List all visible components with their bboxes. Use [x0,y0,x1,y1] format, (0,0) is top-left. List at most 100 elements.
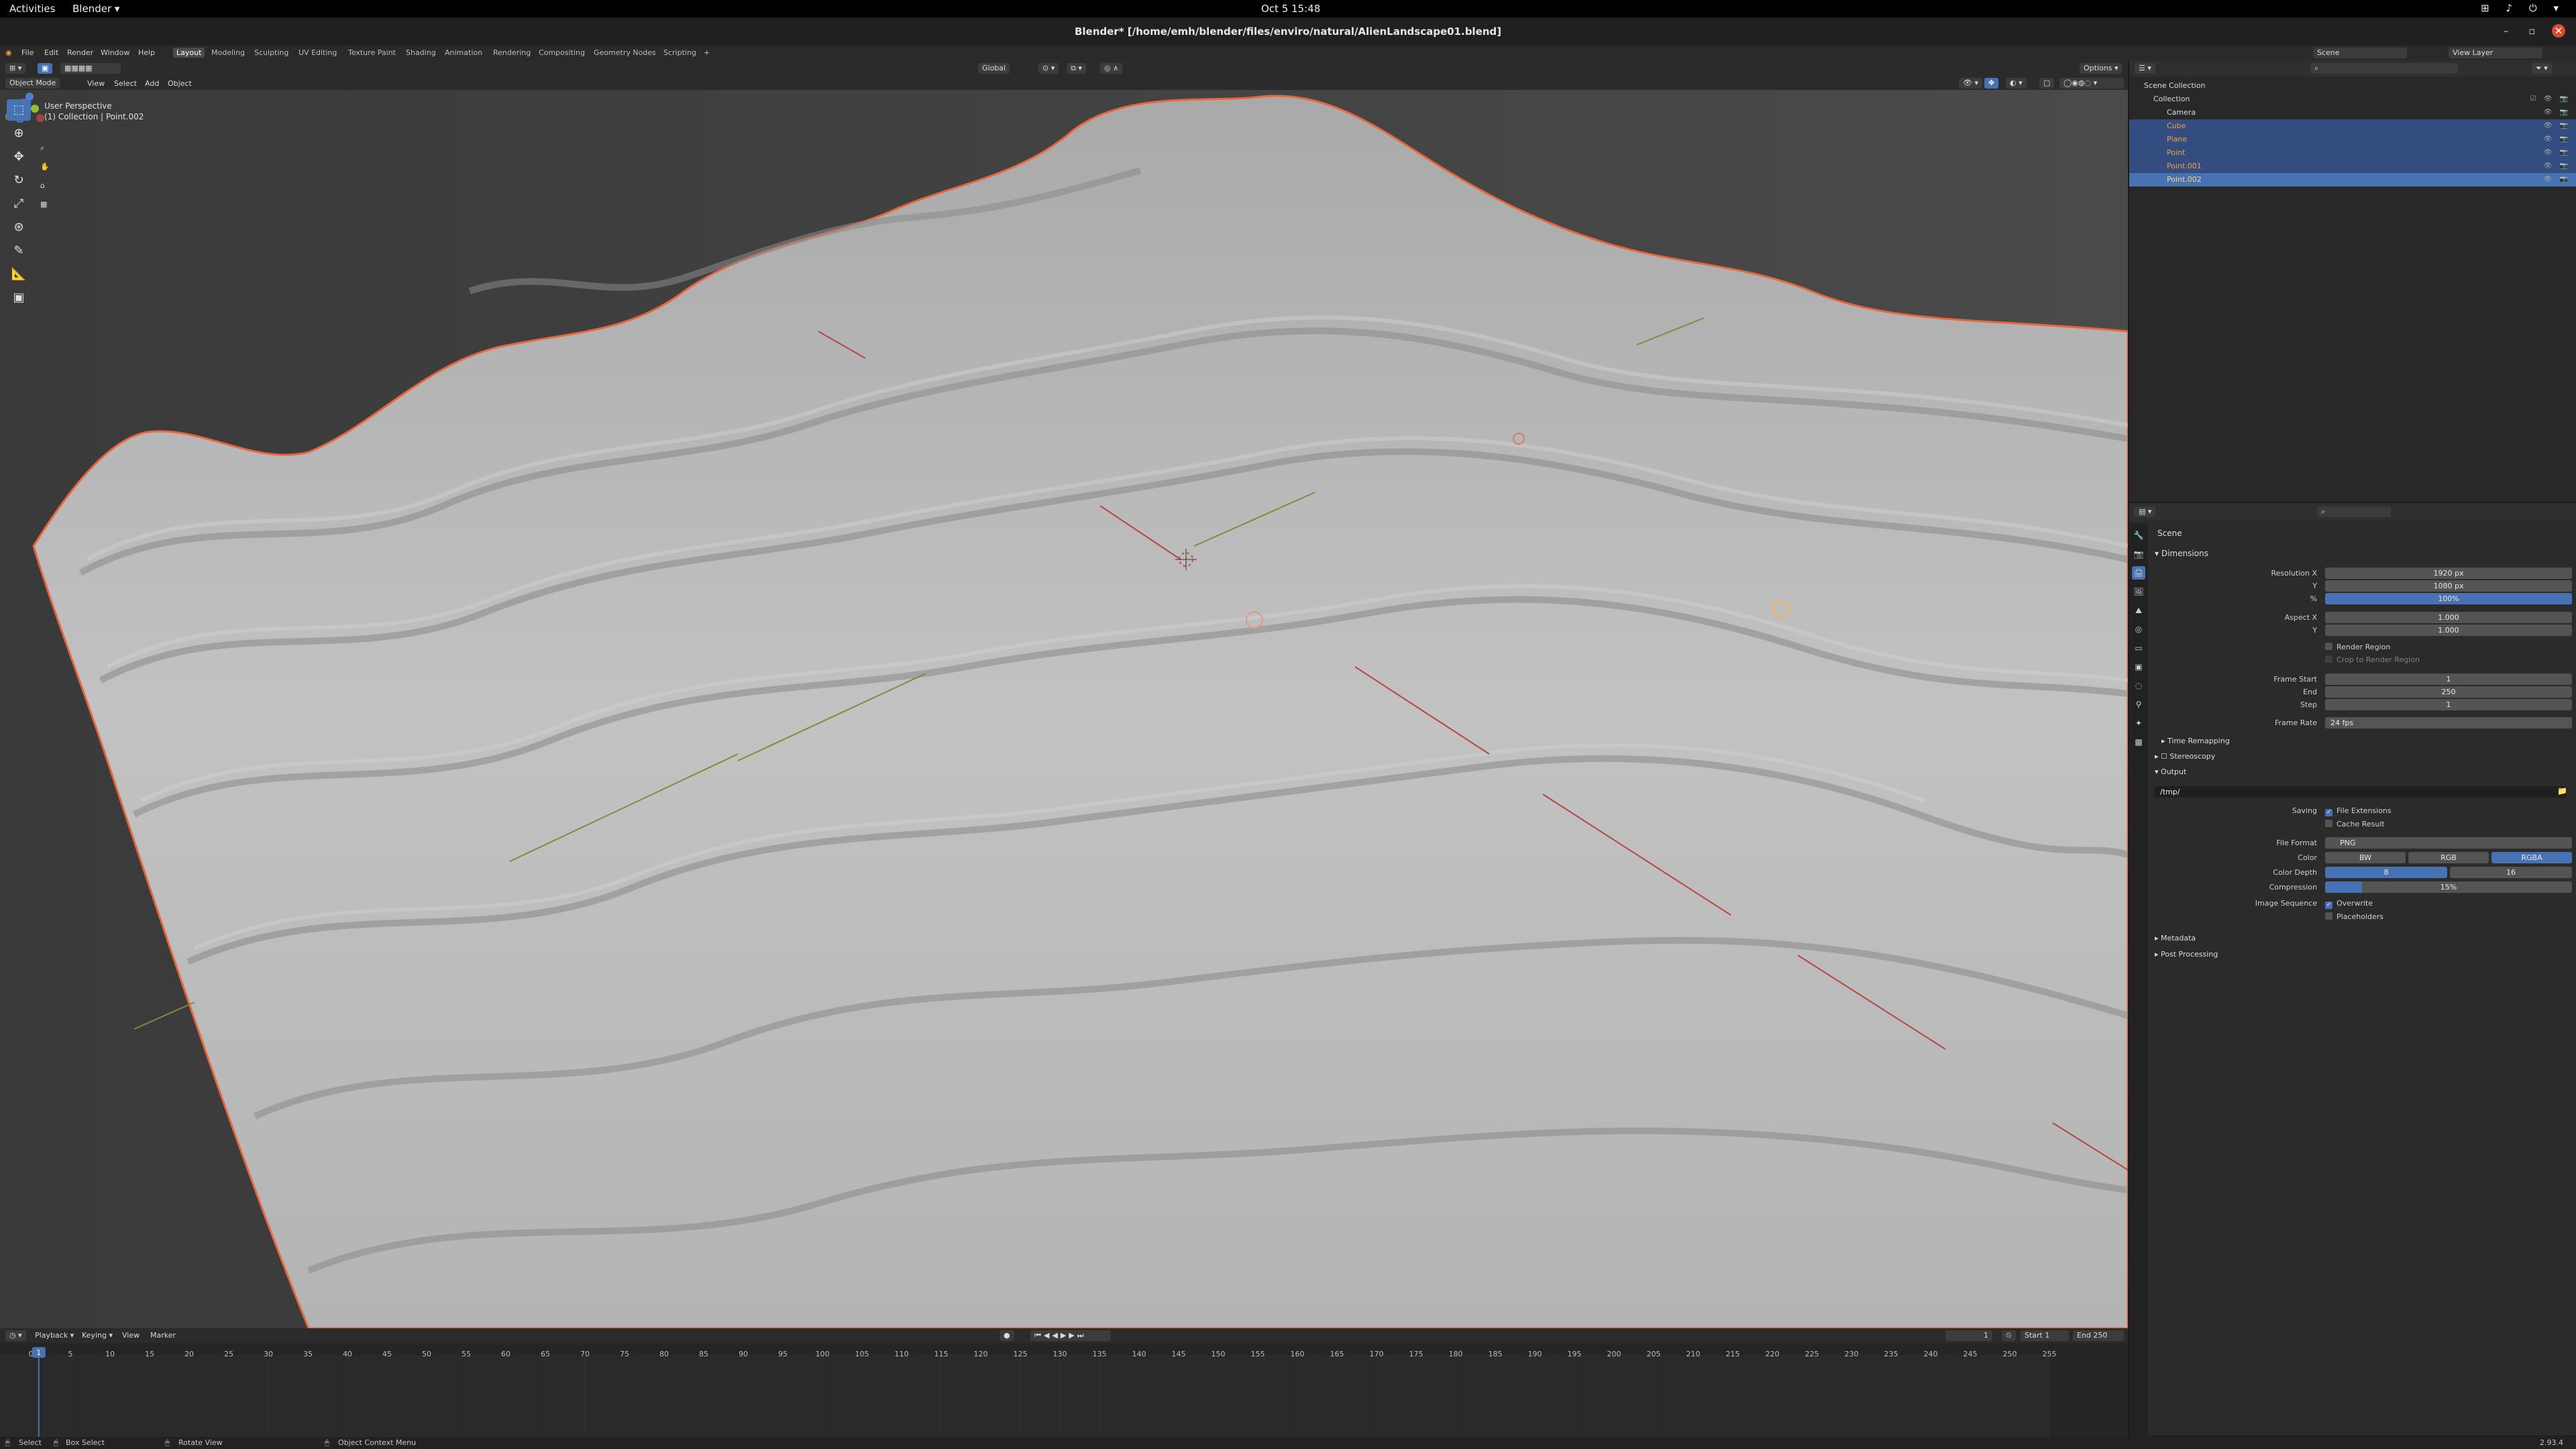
minimize-button[interactable]: – [2494,25,2517,37]
view-menu[interactable]: View [122,1331,140,1340]
marker-menu[interactable]: Marker [150,1331,176,1340]
tab-layout[interactable]: Layout [173,48,205,58]
menu-help[interactable]: Help [138,48,155,57]
cache-result-checkbox[interactable]: Cache Result [2325,820,2385,828]
menu-window[interactable]: Window [101,48,129,57]
render-tab-icon[interactable]: 📷 [2132,547,2145,561]
post-processing-panel[interactable]: ▸ Post Processing [2155,950,2218,959]
compression-slider[interactable]: 15% [2325,881,2572,893]
outliner-row-camera[interactable]: Camera 👁 📷 [2129,106,2576,119]
mode-selector-icon[interactable]: ▦▦▦▦ [60,63,121,74]
activities-button[interactable]: Activities [9,3,55,15]
visibility-toggles[interactable]: 👁 📷 [2544,146,2571,160]
tab-sculpting[interactable]: Sculpting [251,48,292,58]
scale-icon[interactable]: ⤢ [7,193,31,215]
record-icon[interactable]: ● [1000,1330,1014,1341]
object-tab-icon[interactable]: ▣ [2132,660,2145,674]
outliner-collection[interactable]: Collection ☑ 👁 📷 [2129,93,2576,106]
placeholders-checkbox[interactable]: Placeholders [2325,912,2383,921]
properties-editor-icon[interactable]: ▤ ▾ [2135,506,2156,517]
menu-view[interactable]: View [87,79,105,88]
color-depth-8-button[interactable]: 8 [2325,867,2447,878]
outliner-scene-collection[interactable]: Scene Collection [2129,79,2576,93]
visibility-toggles[interactable]: 👁 📷 [2544,173,2571,186]
snap-icon[interactable]: ⧉ ▾ [1067,63,1086,74]
world-tab-icon[interactable]: ◎ [2132,623,2145,636]
outliner-row-plane[interactable]: Plane 👁 📷 [2129,133,2576,146]
resolution-x-field[interactable]: 1920 px [2325,568,2572,579]
annotate-icon[interactable]: ✎ [7,240,31,262]
resolution-y-field[interactable]: 1080 px [2325,580,2572,592]
timeline-editor-icon[interactable]: ◷ ▾ [5,1330,26,1341]
end-frame-field[interactable]: End 250 [2073,1330,2124,1341]
tab-compositing[interactable]: Compositing [535,48,588,58]
options-dropdown[interactable]: Options ▾ [2080,63,2123,74]
resolution-percent-slider[interactable]: 100% [2325,593,2572,604]
tab-animation[interactable]: Animation [441,48,486,58]
transform-orientation[interactable]: Global [978,63,1010,74]
frame-step-field[interactable]: 1 [2325,699,2572,710]
tab-scripting[interactable]: Scripting [660,48,700,58]
view-layer-tab-icon[interactable]: 🖼 [2132,585,2145,598]
keying-menu[interactable]: Keying ▾ [82,1331,113,1340]
output-path-field[interactable]: /tmp/ [2155,786,2567,798]
frame-rate-dropdown[interactable]: 24 fps [2325,717,2572,729]
visibility-toggles[interactable]: ☑ 👁 📷 [2530,93,2571,106]
preview-range-icon[interactable]: ⏲ [2002,1330,2016,1341]
menu-add[interactable]: Add [145,79,159,88]
tab-rendering[interactable]: Rendering [490,48,534,58]
3d-viewport[interactable]: User Perspective (1) Collection | Point.… [0,90,2128,1328]
pivot-icon[interactable]: ⊙ ▾ [1038,63,1059,74]
outliner-row-point-002[interactable]: Point.002 👁 📷 [2129,173,2576,186]
color-rgba-button[interactable]: RGBA [2491,852,2572,863]
clock[interactable]: Oct 5 15:48 [1261,3,1320,15]
outliner-search-input[interactable]: ⌕ [2310,63,2458,74]
tool-tab-icon[interactable]: 🔧 [2132,529,2145,542]
playback-menu[interactable]: Playback ▾ [35,1331,74,1340]
dimensions-panel-header[interactable]: ▾ Dimensions [2155,549,2208,558]
object-mode-dropdown[interactable]: Object Mode [5,78,60,89]
tab-uv-editing[interactable]: UV Editing [295,48,340,58]
system-tray[interactable]: ⊞ ♪ ⏻ ▾ [2481,2,2565,14]
tab-geometry-nodes[interactable]: Geometry Nodes [590,48,659,58]
editor-type-icon[interactable]: ⊞ ▾ [5,63,26,74]
physics-tab-icon[interactable]: ◌ [2132,679,2145,692]
visibility-toggles[interactable]: 👁 📷 [2544,160,2571,173]
file-format-dropdown[interactable]: PNG [2325,837,2572,849]
crop-checkbox[interactable]: Crop to Render Region [2325,655,2420,664]
proportional-edit-icon[interactable]: ◎ ∧ [1100,63,1123,74]
constraints-tab-icon[interactable]: ⚲ [2132,698,2145,711]
scene-selector[interactable]: Scene [2313,48,2407,58]
outliner-row-cube[interactable]: Cube 👁 📷 [2129,119,2576,133]
metadata-panel[interactable]: ▸ Metadata [2155,934,2196,943]
outliner-editor-icon[interactable]: ☰ ▾ [2135,63,2155,74]
timeline[interactable]: 0 5 10 15 20 25 30 35 40 45 50 55 60 65 70 75 80 85 90 95 10… [0,1343,2128,1437]
visibility-toggles[interactable]: 👁 📷 [2544,106,2571,119]
time-remapping-panel[interactable]: ▸ Time Remapping [2161,737,2230,745]
menu-edit[interactable]: Edit [44,48,58,57]
properties-search-input[interactable]: ⌕ [2317,506,2391,517]
outliner-row-point-001[interactable]: Point.001 👁 📷 [2129,160,2576,173]
current-frame-field[interactable]: 1 [1945,1330,1992,1341]
data-tab-icon[interactable]: ✦ [2132,716,2145,730]
folder-icon[interactable]: 📁 [2557,786,2567,796]
frame-end-field[interactable]: 250 [2325,686,2572,698]
select-mode-icon[interactable]: ▣ [38,63,53,74]
menu-file[interactable]: File [21,48,34,57]
aspect-x-field[interactable]: 1.000 [2325,612,2572,623]
file-extensions-checkbox[interactable]: ✓ File Extensions [2325,806,2392,816]
start-frame-field[interactable]: Start 1 [2021,1330,2069,1341]
overlay-toggle-icon[interactable]: ◐ ▾ [2006,78,2027,89]
color-bw-button[interactable]: BW [2325,852,2406,863]
visibility-icon[interactable]: 👁 ▾ [1959,78,1982,89]
close-button[interactable]: ✕ [2552,24,2565,38]
texture-tab-icon[interactable]: ▩ [2132,735,2145,749]
playback-controls-icon[interactable]: ⏮◀◀▶▶⏭ [1030,1330,1111,1341]
add-cube-icon[interactable]: ▣ [7,287,31,309]
visibility-toggles[interactable]: 👁 📷 [2544,133,2571,146]
outliner-row-point[interactable]: Point 👁 📷 [2129,146,2576,160]
measure-icon[interactable]: 📐 [7,264,31,285]
tab-texture-paint[interactable]: Texture Paint [345,48,399,58]
collection-tab-icon[interactable]: ▭ [2132,641,2145,655]
rotate-icon[interactable]: ↻ [7,170,31,191]
